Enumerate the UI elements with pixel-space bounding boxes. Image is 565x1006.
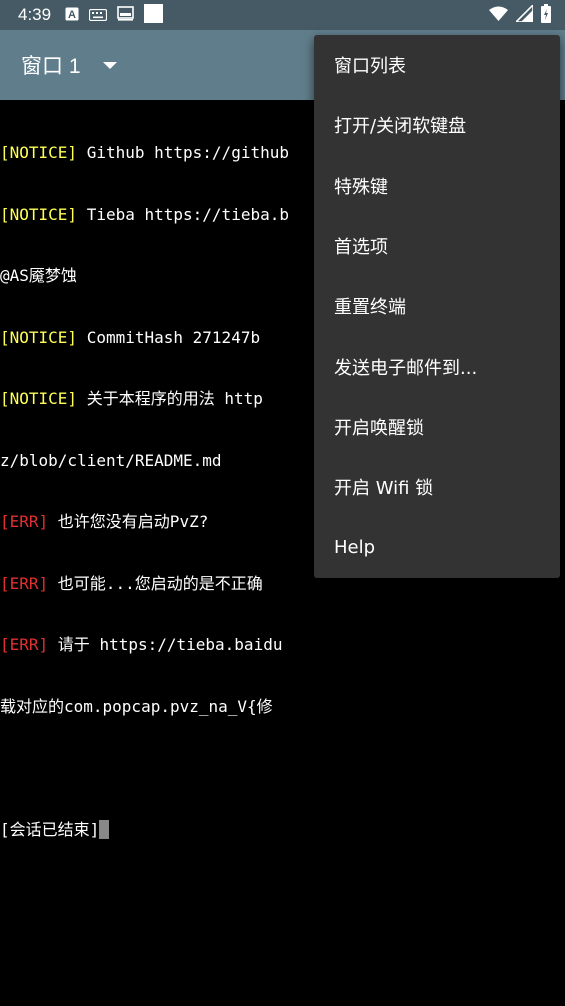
window-selector-dropdown[interactable]: 窗口 1 (21, 50, 117, 80)
terminal-line-tag: [NOTICE] (0, 204, 78, 224)
screen-icon (117, 5, 134, 25)
menu-item-window-list[interactable]: 窗口列表 (314, 35, 560, 95)
terminal-line-tag: [NOTICE] (0, 327, 78, 347)
session-ended-text: [会话已结束] (0, 819, 100, 839)
menu-item-send-email[interactable]: 发送电子邮件到... (314, 336, 560, 396)
menu-item-special-keys[interactable]: 特殊键 (314, 156, 560, 216)
terminal-line-text: 也许您没有启动PvZ? (48, 512, 209, 531)
terminal-line-tag: [ERR] (0, 573, 49, 593)
terminal-line-text: @AS魇梦蚀 (0, 266, 77, 285)
terminal-line: [ERR] 请于 https://tieba.baidu (0, 635, 565, 656)
status-icons-left: A (65, 3, 164, 27)
window-title: 窗口 1 (21, 55, 81, 78)
overflow-menu: 窗口列表 打开/关闭软键盘 特殊键 首选项 重置终端 发送电子邮件到... 开启… (314, 35, 560, 578)
menu-item-help[interactable]: Help (314, 517, 560, 577)
screen: 4:39 A 窗口 1 [NOTICE] Github https://gith… (0, 0, 565, 1006)
terminal-line-text: 关于本程序的用法 http (77, 389, 263, 408)
terminal-line-text: Tieba https://tieba.b (77, 204, 289, 224)
terminal-cursor (99, 819, 110, 839)
wifi-icon (489, 6, 508, 25)
svg-text:A: A (68, 9, 76, 21)
font-a-icon: A (65, 6, 79, 25)
square-icon (144, 3, 164, 27)
terminal-line-tag: [ERR] (0, 635, 49, 654)
terminal-line: [会话已结束] (0, 819, 565, 841)
menu-item-reset-terminal[interactable]: 重置终端 (314, 276, 560, 336)
terminal-line: 载对应的com.popcap.pvz_na_V{修 (0, 697, 565, 718)
terminal-line-text: CommitHash 271247b (77, 327, 261, 347)
menu-item-toggle-soft-keyboard[interactable]: 打开/关闭软键盘 (314, 95, 560, 155)
keyboard-icon (88, 6, 108, 25)
terminal-line-text: 也可能...您启动的是不正确 (48, 573, 263, 593)
status-bar: 4:39 A (0, 0, 565, 30)
terminal-line-text: z/blob/client/README.md (0, 450, 222, 470)
status-time: 4:39 (18, 5, 52, 24)
chevron-down-icon (102, 61, 117, 69)
status-icons-right (489, 2, 551, 27)
terminal-line-text: 请于 https://tieba.baidu (48, 635, 283, 654)
terminal-line-text: 载对应的com.popcap.pvz_na_V{修 (0, 696, 273, 716)
menu-item-wifi-lock[interactable]: 开启 Wifi 锁 (314, 457, 560, 517)
terminal-line-tag: [NOTICE] (0, 143, 78, 162)
signal-icon (514, 2, 534, 26)
menu-item-preferences[interactable]: 首选项 (314, 216, 560, 276)
terminal-line-tag: [ERR] (0, 512, 49, 531)
battery-icon (541, 3, 551, 27)
terminal-line-tag: [NOTICE] (0, 389, 78, 408)
menu-item-wake-lock[interactable]: 开启唤醒锁 (314, 397, 560, 457)
terminal-line-text: Github https://github (77, 143, 289, 162)
